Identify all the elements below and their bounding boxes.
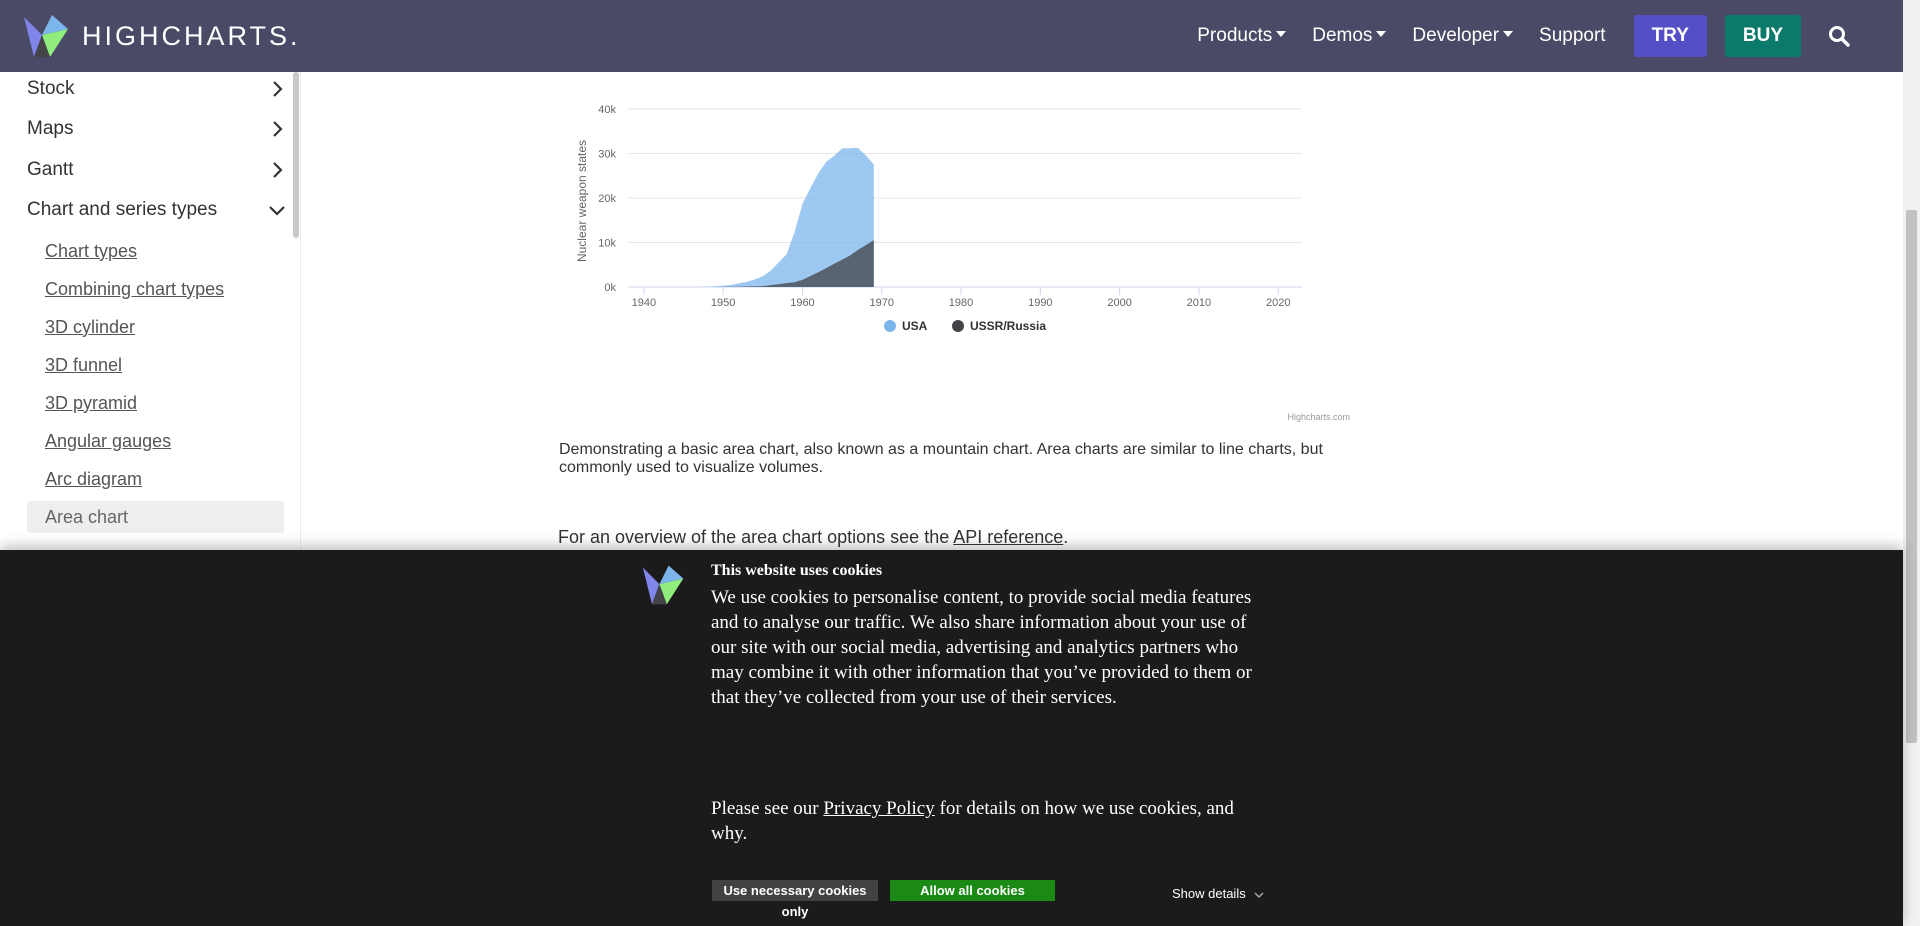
logo-text: HIGHCHARTS. <box>82 20 301 51</box>
chevron-down-icon <box>269 206 285 216</box>
sidebar-subitem-3d-pyramid[interactable]: 3D pyramid <box>27 387 284 419</box>
chevron-down-icon <box>1254 892 1264 898</box>
sidebar-subitem-arc-diagram[interactable]: Arc diagram <box>27 463 284 495</box>
legend-marker[interactable] <box>952 320 964 332</box>
sidebar-subitem-label: 3D cylinder <box>45 316 136 337</box>
y-axis-label: Nuclear weapon states <box>575 140 589 262</box>
x-tick-label: 1940 <box>632 297 656 309</box>
try-button[interactable]: TRY <box>1633 15 1707 57</box>
show-details-toggle[interactable]: Show details <box>1172 886 1264 901</box>
y-tick-label: 30k <box>598 149 616 161</box>
x-tick-label: 1960 <box>790 297 814 309</box>
cookie-logo-icon <box>642 565 684 605</box>
nav-products-label: Products <box>1197 25 1273 46</box>
top-navbar: HIGHCHARTS. Products Demos Developer Sup… <box>0 0 1903 72</box>
allow-all-cookies-button[interactable]: Allow all cookies <box>890 880 1055 901</box>
buy-button[interactable]: BUY <box>1724 15 1801 57</box>
sidebar-item-label: Gantt <box>27 159 74 180</box>
sidebar-item-label: Stock <box>27 78 75 99</box>
use-necessary-cookies-button[interactable]: Use necessary cookies only <box>712 880 878 919</box>
cookie-policy-prefix: Please see our <box>711 798 824 819</box>
chart-credits[interactable]: Highcharts.com <box>1287 412 1350 422</box>
sidebar-subitem-area-chart[interactable]: Area chart <box>27 501 284 533</box>
area-chart: 1940 1950 1960 1970 1980 1990 2000 2010 2020 0k 1… <box>560 95 1360 435</box>
highcharts-logo[interactable]: HIGHCHARTS. <box>22 13 301 59</box>
caret-down-icon <box>1276 30 1287 37</box>
x-tick-label: 2010 <box>1187 297 1211 309</box>
sidebar-subitem-combining-chart-types[interactable]: Combining chart types <box>27 273 284 305</box>
privacy-policy-link[interactable]: Privacy Policy <box>823 798 934 819</box>
y-tick-label: 20k <box>598 193 616 205</box>
sidebar-subitem-label: Angular gauges <box>45 430 172 451</box>
sidebar-item-gantt[interactable]: Gantt <box>27 150 287 190</box>
nav-support[interactable]: Support <box>1539 25 1606 47</box>
legend-item[interactable]: USSR/Russia <box>970 319 1046 333</box>
chevron-right-icon <box>273 121 283 137</box>
sidebar-subitem-angular-gauges[interactable]: Angular gauges <box>27 425 284 457</box>
x-tick-label: 2020 <box>1266 297 1290 309</box>
sidebar-scrollbar[interactable] <box>293 72 299 238</box>
nav-developer-label: Developer <box>1412 25 1500 46</box>
x-tick-label: 1980 <box>949 297 973 309</box>
y-tick-label: 40k <box>598 104 616 116</box>
sidebar-subitem-label: Arc diagram <box>45 468 143 489</box>
sidebar-item-label: Maps <box>27 118 74 139</box>
sidebar-subitem-3d-cylinder[interactable]: 3D cylinder <box>27 311 284 343</box>
x-tick-label: 1970 <box>869 297 893 309</box>
cookie-title: This website uses cookies <box>711 562 883 579</box>
sidebar-subitem-3d-funnel[interactable]: 3D funnel <box>27 349 284 381</box>
overview-suffix: . <box>1063 527 1069 547</box>
sidebar-subitem-label: Combining chart types <box>45 278 225 299</box>
sidebar-subitem-chart-types[interactable]: Chart types <box>27 235 284 267</box>
nav-demos[interactable]: Demos <box>1312 25 1387 47</box>
nav-products[interactable]: Products <box>1197 25 1287 47</box>
highcharts-logo-icon <box>24 15 68 57</box>
cookie-body: We use cookies to personalise content, t… <box>711 587 1252 708</box>
sidebar-item-stock[interactable]: Stock <box>27 69 287 109</box>
sidebar-subitem-label: Area chart <box>45 506 129 527</box>
sidebar-item-label: Chart and series types <box>27 199 218 220</box>
caret-down-icon <box>1376 30 1387 37</box>
sidebar-subitem-label: 3D funnel <box>45 354 123 375</box>
chart-description: Demonstrating a basic area chart, also k… <box>559 441 1323 476</box>
api-reference-link[interactable]: API reference <box>953 527 1063 547</box>
nav-developer[interactable]: Developer <box>1412 25 1514 47</box>
legend-item[interactable]: USA <box>902 319 928 333</box>
legend-marker[interactable] <box>884 320 896 332</box>
sidebar-item-chart-and-series-types[interactable]: Chart and series types <box>27 190 287 230</box>
area-chart-svg: 1940 1950 1960 1970 1980 1990 2000 2010 2020 0k 1… <box>575 104 1350 422</box>
x-tick-label: 2000 <box>1107 297 1131 309</box>
sidebar-item-maps[interactable]: Maps <box>27 109 287 149</box>
nav-demos-label: Demos <box>1312 25 1373 46</box>
sidebar-subitem-label: Chart types <box>45 240 138 261</box>
page-scrollbar-thumb[interactable] <box>1906 210 1917 743</box>
show-details-label: Show details <box>1172 886 1246 901</box>
caret-down-icon <box>1503 30 1514 37</box>
search-icon[interactable] <box>1827 24 1851 48</box>
sidebar-subitem-label: 3D pyramid <box>45 392 138 413</box>
chevron-right-icon <box>273 81 283 97</box>
chevron-right-icon <box>273 162 283 178</box>
x-tick-label: 1990 <box>1028 297 1052 309</box>
overview-text: For an overview of the area chart option… <box>558 527 1068 548</box>
x-tick-label: 1950 <box>711 297 735 309</box>
overview-prefix: For an overview of the area chart option… <box>558 527 954 547</box>
y-tick-label: 10k <box>598 238 616 250</box>
nav-menu: Products Demos Developer Support TRY BUY <box>1171 0 1851 72</box>
cookie-policy-text: Please see our Privacy Policy for detail… <box>711 796 1271 846</box>
y-tick-label: 0k <box>604 282 616 294</box>
